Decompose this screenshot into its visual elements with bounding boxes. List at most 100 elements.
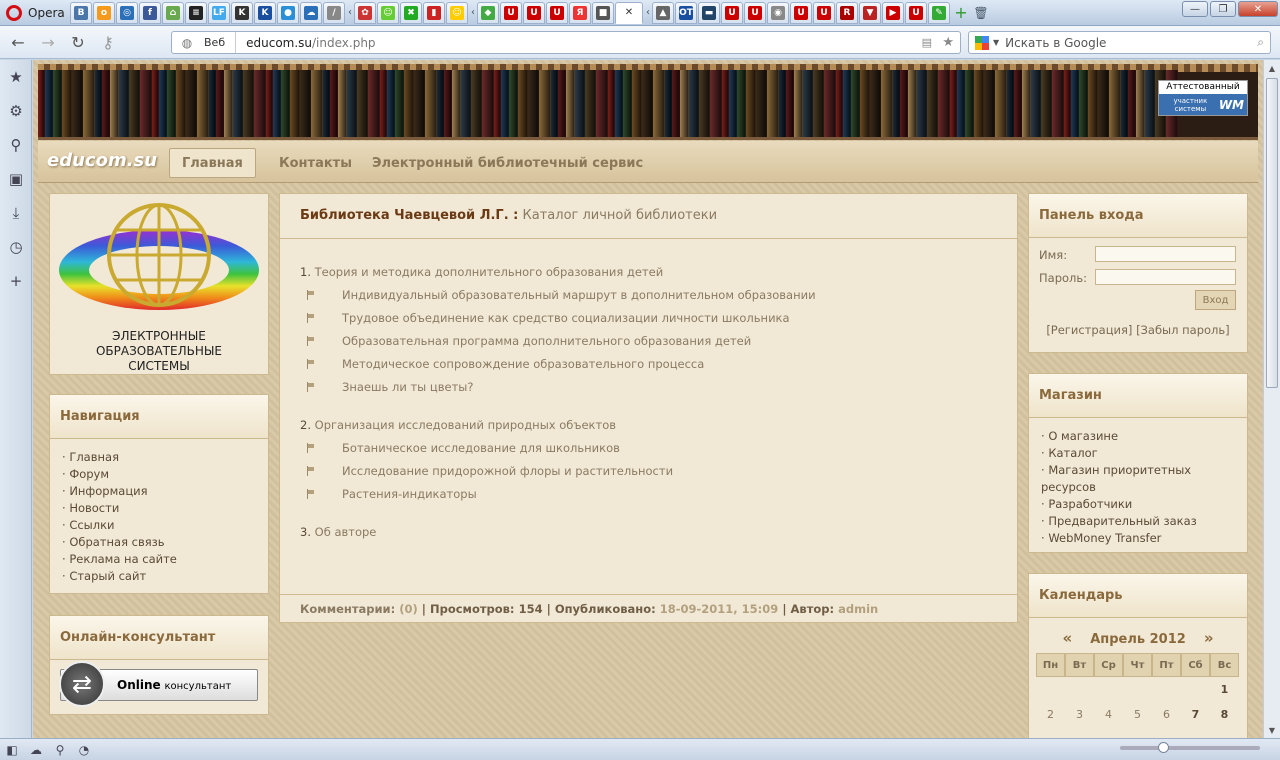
topnav-home[interactable]: Главная	[169, 148, 256, 178]
browser-tab[interactable]: ▶	[882, 1, 904, 24]
search-field[interactable]: ▼ Искать в Google ⌕	[968, 31, 1271, 54]
name-input[interactable]	[1095, 246, 1236, 262]
site-brand[interactable]: educom.su	[47, 150, 157, 171]
browser-tab[interactable]: о	[93, 1, 115, 24]
shop-item[interactable]: Каталог	[1041, 445, 1235, 462]
browser-tab[interactable]: U	[790, 1, 812, 24]
browser-tab[interactable]: f	[139, 1, 161, 24]
browser-tab[interactable]: K	[254, 1, 276, 24]
nav-item[interactable]: Информация	[62, 483, 256, 500]
catalog-item[interactable]: Индивидуальный образовательный маршрут в…	[306, 288, 997, 302]
browser-tab[interactable]: U	[721, 1, 743, 24]
calendar-day[interactable]: 7	[1181, 702, 1210, 727]
tab-scroll-arrow[interactable]: ‹	[644, 7, 652, 18]
scroll-up-icon[interactable]: ▲	[1264, 60, 1280, 76]
browser-tab[interactable]: В	[70, 1, 92, 24]
notes-icon[interactable]: ▣	[0, 162, 32, 196]
browser-tab[interactable]: ≡	[185, 1, 207, 24]
close-window-button[interactable]: ✕	[1238, 1, 1278, 17]
catalog-item[interactable]: Трудовое объединение как средство социал…	[306, 311, 997, 325]
section-title[interactable]: Организация исследований природных объек…	[315, 418, 616, 432]
maximize-button[interactable]: ❐	[1210, 1, 1236, 17]
calendar-day[interactable]: 2	[1036, 702, 1065, 727]
browser-tab[interactable]: LF	[208, 1, 230, 24]
url-field[interactable]: ◍ Веб educom.su/index.php ▤ ★	[171, 31, 961, 54]
cloud-icon[interactable]: ☁	[24, 743, 48, 757]
calendar-day[interactable]: 1	[1210, 677, 1239, 702]
password-input[interactable]	[1095, 269, 1236, 285]
browser-tab[interactable]: U	[546, 1, 568, 24]
calendar-next-button[interactable]: »	[1204, 629, 1214, 647]
browser-tab[interactable]: ✖	[400, 1, 422, 24]
browser-tab[interactable]: ▲	[652, 1, 674, 24]
catalog-item-link[interactable]: Методическое сопровождение образовательн…	[342, 357, 704, 371]
browser-tab[interactable]: ☺	[446, 1, 468, 24]
comments-link[interactable]: (0)	[399, 602, 418, 616]
nav-item[interactable]: Обратная связь	[62, 534, 256, 551]
catalog-item-link[interactable]: Ботаническое исследование для школьников	[342, 441, 620, 455]
scrollbar-thumb[interactable]	[1266, 78, 1278, 388]
zoom-slider-knob[interactable]	[1158, 742, 1169, 753]
browser-tab[interactable]: ●	[277, 1, 299, 24]
calendar-day[interactable]: 6	[1152, 702, 1181, 727]
topnav-library-service[interactable]: Электронный библиотечный сервис	[360, 148, 655, 178]
zoom-slider[interactable]	[1120, 742, 1260, 753]
share-icon[interactable]: ⚲	[0, 128, 32, 162]
nav-item[interactable]: Форум	[62, 466, 256, 483]
page-scrollbar[interactable]: ▲ ▼	[1263, 60, 1280, 738]
browser-tab[interactable]: ■	[592, 1, 614, 24]
nav-item[interactable]: Новости	[62, 500, 256, 517]
new-tab-button[interactable]: +	[951, 3, 971, 22]
catalog-item-link[interactable]: Индивидуальный образовательный маршрут в…	[342, 288, 816, 302]
browser-tab[interactable]: U	[744, 1, 766, 24]
register-link[interactable]: [Регистрация]	[1046, 323, 1132, 337]
shop-item[interactable]: Предварительный заказ	[1041, 513, 1235, 530]
catalog-item[interactable]: Исследование придорожной флоры и растите…	[306, 464, 997, 478]
panel-toggle-icon[interactable]: ◧	[0, 743, 24, 757]
catalog-item-link[interactable]: Образовательная программа дополнительног…	[342, 334, 751, 348]
catalog-item[interactable]: Растения-индикаторы	[306, 487, 997, 501]
settings-gear-icon[interactable]: ⚙	[0, 94, 32, 128]
calendar-day[interactable]: 3	[1065, 702, 1094, 727]
nav-item[interactable]: Главная	[62, 449, 256, 466]
add-panel-icon[interactable]: +	[0, 264, 32, 298]
browser-tab[interactable]: ◉	[767, 1, 789, 24]
catalog-item-link[interactable]: Знаешь ли ты цветы?	[342, 380, 473, 394]
browser-tab[interactable]: ☁	[300, 1, 322, 24]
browser-tab[interactable]: U	[813, 1, 835, 24]
calendar-day[interactable]: 4	[1094, 702, 1123, 727]
section-heading[interactable]: 1. Теория и методика дополнительного обр…	[300, 265, 997, 279]
section-title[interactable]: Теория и методика дополнительного образо…	[315, 265, 664, 279]
shop-item[interactable]: Магазин приоритетных ресурсов	[1041, 462, 1235, 496]
browser-tab-active[interactable]: ✕	[615, 1, 643, 24]
catalog-item[interactable]: Образовательная программа дополнительног…	[306, 334, 997, 348]
minimize-button[interactable]: —	[1182, 1, 1208, 17]
browser-tab[interactable]: ✿	[354, 1, 376, 24]
browser-tab[interactable]: ◎	[116, 1, 138, 24]
reload-icon[interactable]: ↻	[66, 30, 90, 54]
chevron-down-icon[interactable]: ▼	[993, 38, 999, 47]
tab-scroll-arrow[interactable]: ‹	[469, 7, 477, 18]
section-heading[interactable]: 3. Об авторе	[300, 525, 997, 539]
catalog-item[interactable]: Знаешь ли ты цветы?	[306, 380, 997, 394]
shop-item[interactable]: О магазине	[1041, 428, 1235, 445]
site-logo[interactable]: ЭЛЕКТРОННЫЕ ОБРАЗОВАТЕЛЬНЫЕ СИСТЕМЫ	[49, 193, 269, 375]
browser-tab[interactable]: ⌂	[162, 1, 184, 24]
calendar-day[interactable]: 5	[1123, 702, 1152, 727]
browser-tab[interactable]: ▬	[698, 1, 720, 24]
browser-tab[interactable]: ✎	[928, 1, 950, 24]
section-title[interactable]: Об авторе	[315, 525, 377, 539]
google-icon[interactable]	[975, 35, 989, 50]
back-icon[interactable]: ←	[6, 30, 30, 54]
catalog-item-link[interactable]: Растения-индикаторы	[342, 487, 477, 501]
opera-menu-button[interactable]: Opera	[2, 2, 70, 24]
browser-tab[interactable]: /	[323, 1, 345, 24]
browser-tab[interactable]: ▼	[859, 1, 881, 24]
online-consultant-button[interactable]: ⇄ Online консультант	[59, 661, 258, 707]
search-icon[interactable]: ⌕	[1257, 35, 1264, 50]
scroll-down-icon[interactable]: ▼	[1264, 722, 1280, 738]
catalog-item-link[interactable]: Трудовое объединение как средство социал…	[342, 311, 790, 325]
url-text[interactable]: educom.su/index.php	[236, 36, 375, 50]
nav-item[interactable]: Ссылки	[62, 517, 256, 534]
catalog-item-link[interactable]: Исследование придорожной флоры и растите…	[342, 464, 673, 478]
